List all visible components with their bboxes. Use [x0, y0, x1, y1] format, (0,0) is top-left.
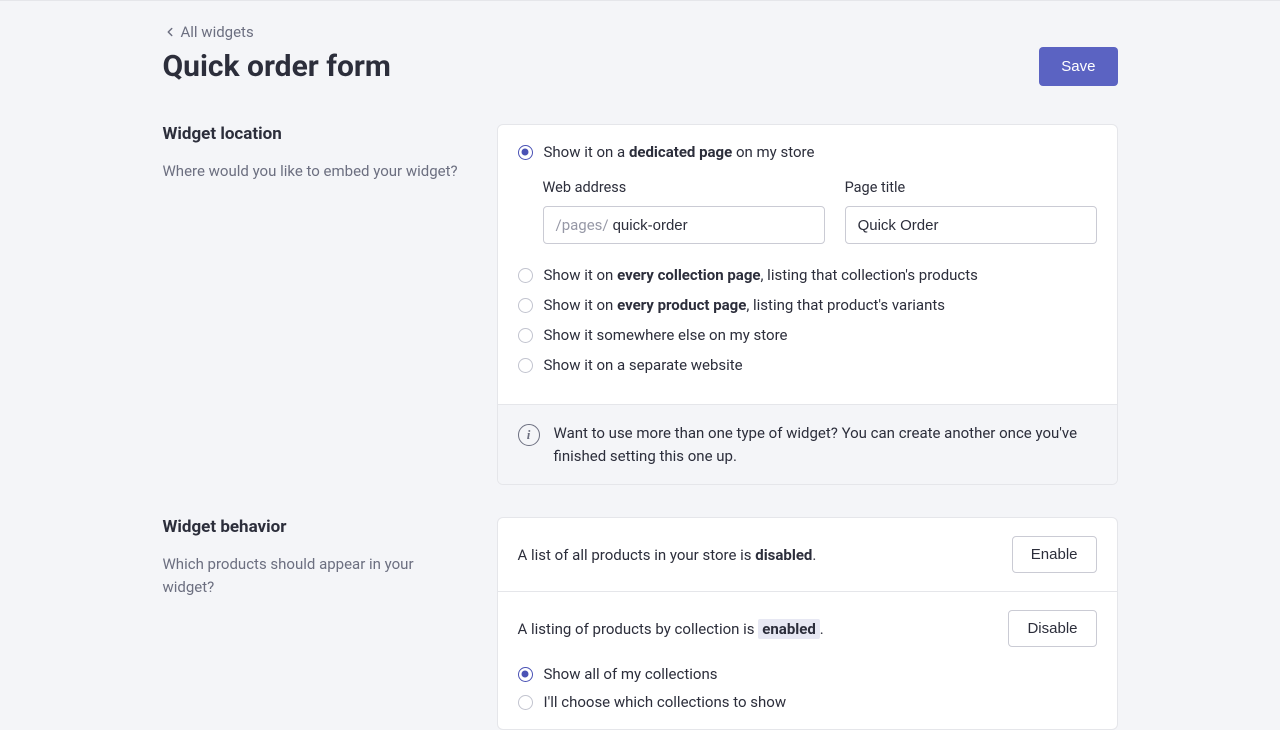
all-products-row: A list of all products in your store is …: [498, 518, 1117, 591]
page-title: Quick order form: [163, 49, 391, 84]
widget-location-section: Widget location Where would you like to …: [163, 124, 1118, 485]
section-desc: Which products should appear in your wid…: [163, 553, 463, 598]
back-link[interactable]: All widgets: [163, 23, 254, 41]
radio-indicator: [518, 298, 533, 313]
dedicated-page-inputs: Web address /pages/ Page title: [543, 179, 1097, 244]
radio-product-page[interactable]: Show it on every product page, listing t…: [518, 296, 1097, 314]
section-sidebar: Widget behavior Which products should ap…: [163, 517, 463, 730]
chevron-left-icon: [163, 25, 177, 39]
page-header: Quick order form Save: [163, 47, 1118, 86]
web-address-prefix: /pages/: [556, 216, 609, 234]
radio-collection-page[interactable]: Show it on every collection page, listin…: [518, 266, 1097, 284]
web-address-field[interactable]: /pages/: [543, 206, 825, 244]
save-button[interactable]: Save: [1039, 47, 1117, 86]
radio-elsewhere[interactable]: Show it somewhere else on my store: [518, 326, 1097, 344]
info-icon: i: [518, 424, 540, 446]
radio-indicator: [518, 268, 533, 283]
info-banner: i Want to use more than one type of widg…: [498, 404, 1117, 484]
radio-label: Show it on a separate website: [544, 356, 743, 374]
radio-label: Show it on every product page, listing t…: [544, 296, 946, 314]
by-collection-row: A listing of products by collection is e…: [498, 592, 1117, 665]
radio-all-collections[interactable]: Show all of my collections: [518, 665, 1097, 683]
enable-button[interactable]: Enable: [1012, 536, 1097, 573]
disable-button[interactable]: Disable: [1008, 610, 1096, 647]
radio-indicator: [518, 328, 533, 343]
page-title-input[interactable]: [858, 217, 1084, 234]
radio-indicator: [518, 358, 533, 373]
radio-label: Show it on a dedicated page on my store: [544, 143, 815, 161]
back-label: All widgets: [181, 23, 254, 41]
by-collection-text: A listing of products by collection is e…: [518, 620, 824, 638]
page-title-label: Page title: [845, 179, 1097, 196]
radio-label: Show it somewhere else on my store: [544, 326, 788, 344]
section-title: Widget behavior: [163, 517, 463, 537]
section-desc: Where would you like to embed your widge…: [163, 160, 463, 183]
radio-dedicated-page[interactable]: Show it on a dedicated page on my store: [518, 143, 1097, 161]
radio-separate-website[interactable]: Show it on a separate website: [518, 356, 1097, 374]
section-title: Widget location: [163, 124, 463, 144]
radio-indicator: [518, 667, 533, 682]
page-title-field[interactable]: [845, 206, 1097, 244]
radio-label: Show it on every collection page, listin…: [544, 266, 978, 284]
location-card: Show it on a dedicated page on my store …: [497, 124, 1118, 485]
radio-indicator: [518, 145, 533, 160]
web-address-input[interactable]: [613, 217, 812, 234]
radio-label: I'll choose which collections to show: [544, 693, 787, 711]
web-address-label: Web address: [543, 179, 825, 196]
widget-behavior-section: Widget behavior Which products should ap…: [163, 517, 1118, 730]
info-text: Want to use more than one type of widget…: [554, 422, 1097, 467]
section-sidebar: Widget location Where would you like to …: [163, 124, 463, 485]
behavior-card: A list of all products in your store is …: [497, 517, 1118, 730]
radio-indicator: [518, 695, 533, 710]
all-products-text: A list of all products in your store is …: [518, 546, 817, 564]
radio-label: Show all of my collections: [544, 665, 718, 683]
radio-choose-collections[interactable]: I'll choose which collections to show: [518, 693, 1097, 711]
